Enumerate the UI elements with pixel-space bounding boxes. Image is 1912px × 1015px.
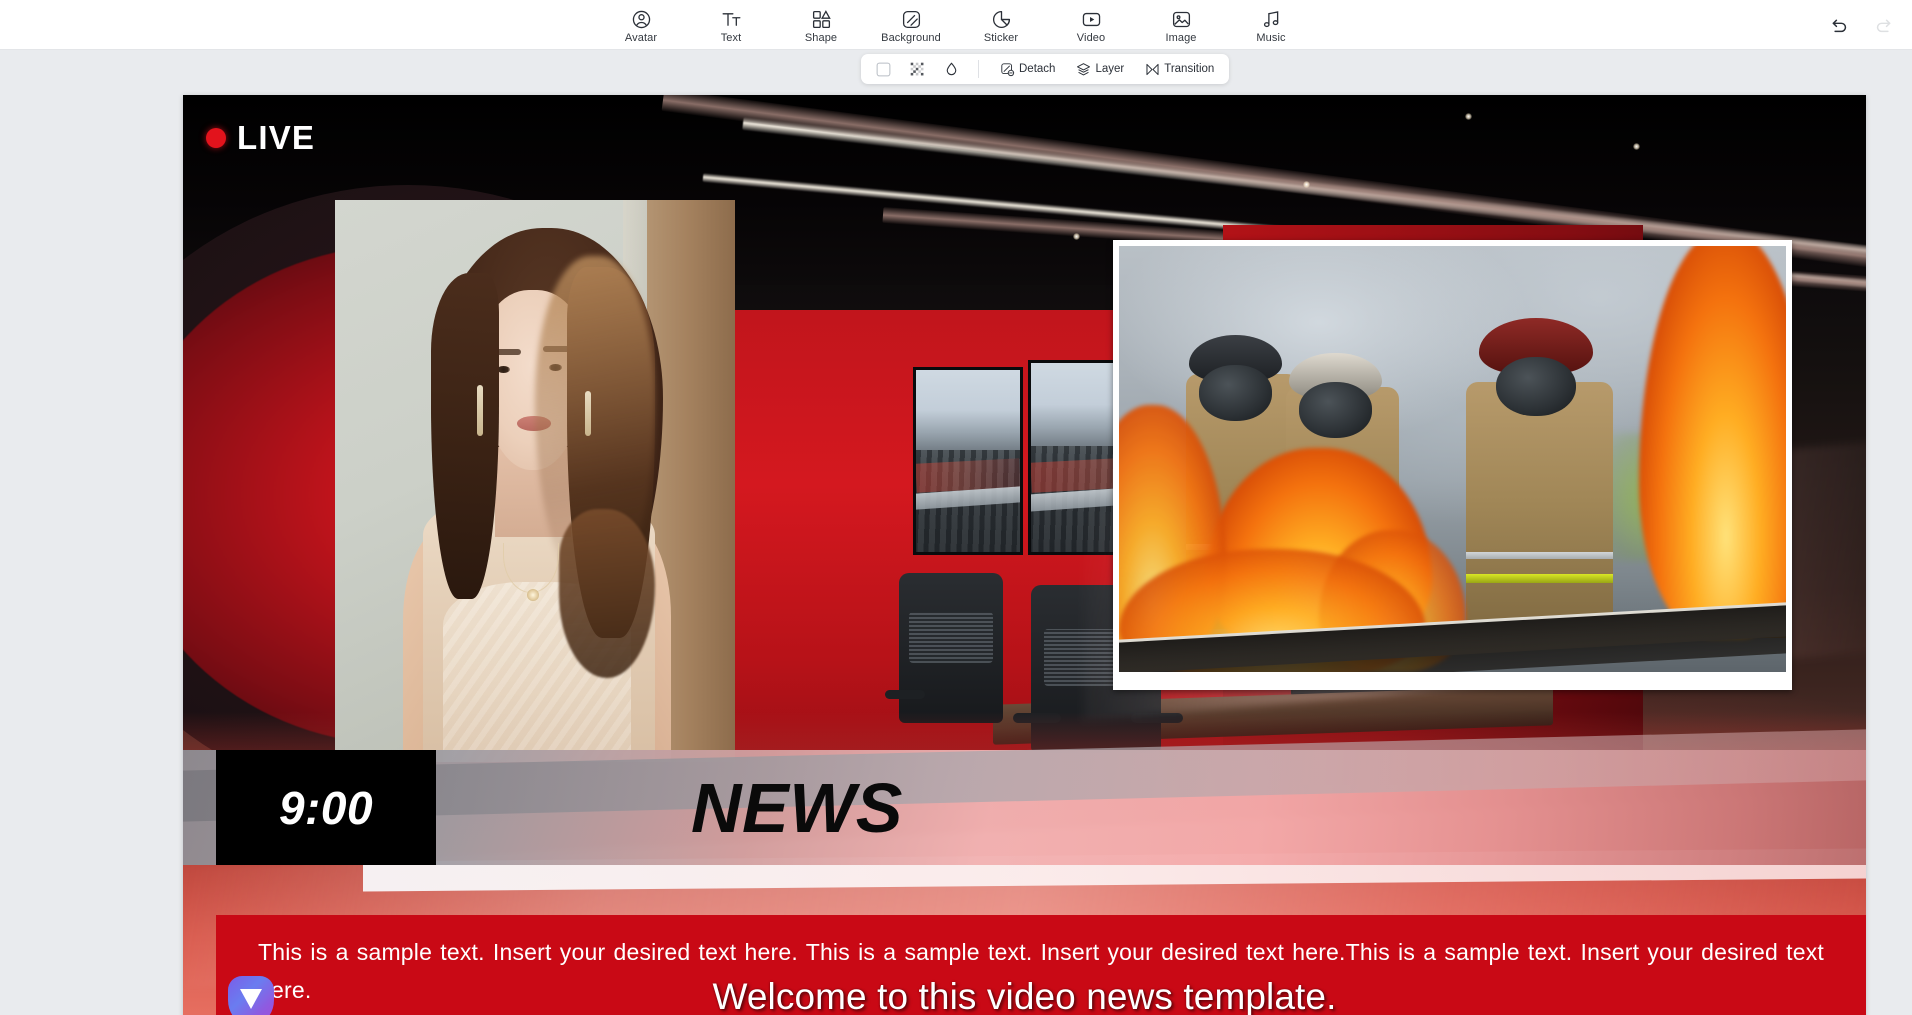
sticker-icon <box>990 8 1012 30</box>
tool-video[interactable]: Video <box>1060 5 1122 44</box>
clock-label: 9:00 <box>278 781 374 834</box>
tool-image[interactable]: Image <box>1150 5 1212 44</box>
tool-image-label: Image <box>1165 32 1197 44</box>
opacity-droplet-icon[interactable] <box>941 59 961 79</box>
live-label: LIVE <box>237 119 316 156</box>
layer-button[interactable]: Layer <box>1072 59 1127 79</box>
detach-button[interactable]: Detach <box>996 59 1058 79</box>
layer-stack-icon <box>1075 61 1091 77</box>
ceiling-spotlight <box>1303 181 1310 188</box>
shape-icon <box>810 8 832 30</box>
transition-icon <box>1144 61 1160 77</box>
color-swatch-icon[interactable] <box>873 59 893 79</box>
ceiling-spotlight <box>1465 113 1472 120</box>
transition-button[interactable]: Transition <box>1141 59 1217 79</box>
toolbar-divider <box>978 60 979 78</box>
music-icon <box>1260 8 1282 30</box>
studio-chair <box>885 573 1003 723</box>
tool-shape[interactable]: Shape <box>790 5 852 44</box>
tool-shape-label: Shape <box>804 32 838 44</box>
live-badge: LIVE <box>206 121 315 155</box>
tool-music-label: Music <box>1256 32 1286 44</box>
undo-icon[interactable] <box>1828 14 1850 36</box>
studio-monitor <box>913 367 1023 555</box>
editor-stage: LIVE NEWS 9:00 This is a sample text. In… <box>0 50 1912 1015</box>
presenter-pendant <box>527 588 539 601</box>
background-icon <box>900 8 922 30</box>
watermark: Vidnoz <box>191 976 311 1015</box>
subtitle-overlay[interactable]: Welcome to this video news template. <box>183 976 1866 1015</box>
tool-video-label: Video <box>1076 32 1106 44</box>
image-icon <box>1170 8 1192 30</box>
brand-logo-icon <box>228 976 274 1015</box>
redo-icon[interactable] <box>1872 14 1894 36</box>
tool-background-label: Background <box>881 32 941 44</box>
tool-background[interactable]: Background <box>880 5 942 44</box>
transition-label: Transition <box>1164 63 1215 75</box>
firefighter-image-layer[interactable] <box>1113 240 1792 690</box>
clock-box[interactable]: 9:00 <box>216 750 436 865</box>
tool-avatar[interactable]: Avatar <box>610 5 672 44</box>
detach-icon <box>999 61 1015 77</box>
transparency-checker-icon[interactable] <box>907 59 927 79</box>
tool-text-label: Text <box>720 32 742 44</box>
tool-music[interactable]: Music <box>1240 5 1302 44</box>
detach-label: Detach <box>1019 63 1056 75</box>
live-dot-icon <box>206 128 226 148</box>
presenter-hair-front <box>431 273 499 599</box>
tool-sticker-label: Sticker <box>983 32 1019 44</box>
text-icon <box>720 8 742 30</box>
avatar-icon <box>630 8 652 30</box>
layer-label: Layer <box>1095 63 1125 75</box>
firefighter-photo <box>1119 246 1786 672</box>
insert-tools-group: Avatar Text Shape Background Sticker Vid… <box>610 5 1302 44</box>
presenter-earring <box>477 385 483 437</box>
tool-text[interactable]: Text <box>700 5 762 44</box>
video-canvas[interactable]: LIVE NEWS 9:00 This is a sample text. In… <box>183 95 1866 1015</box>
ceiling-spotlight <box>1633 143 1640 150</box>
news-headline: NEWS <box>691 769 903 847</box>
tool-sticker[interactable]: Sticker <box>970 5 1032 44</box>
ceiling-spotlight <box>1073 233 1080 240</box>
video-icon <box>1080 8 1102 30</box>
history-controls <box>1828 0 1894 50</box>
presenter-earring <box>585 391 591 437</box>
top-toolbar: Avatar Text Shape Background Sticker Vid… <box>0 0 1912 50</box>
tool-avatar-label: Avatar <box>624 32 658 44</box>
presenter-image-layer[interactable] <box>335 200 735 762</box>
selection-toolbar: Detach Layer Transition <box>861 54 1230 84</box>
